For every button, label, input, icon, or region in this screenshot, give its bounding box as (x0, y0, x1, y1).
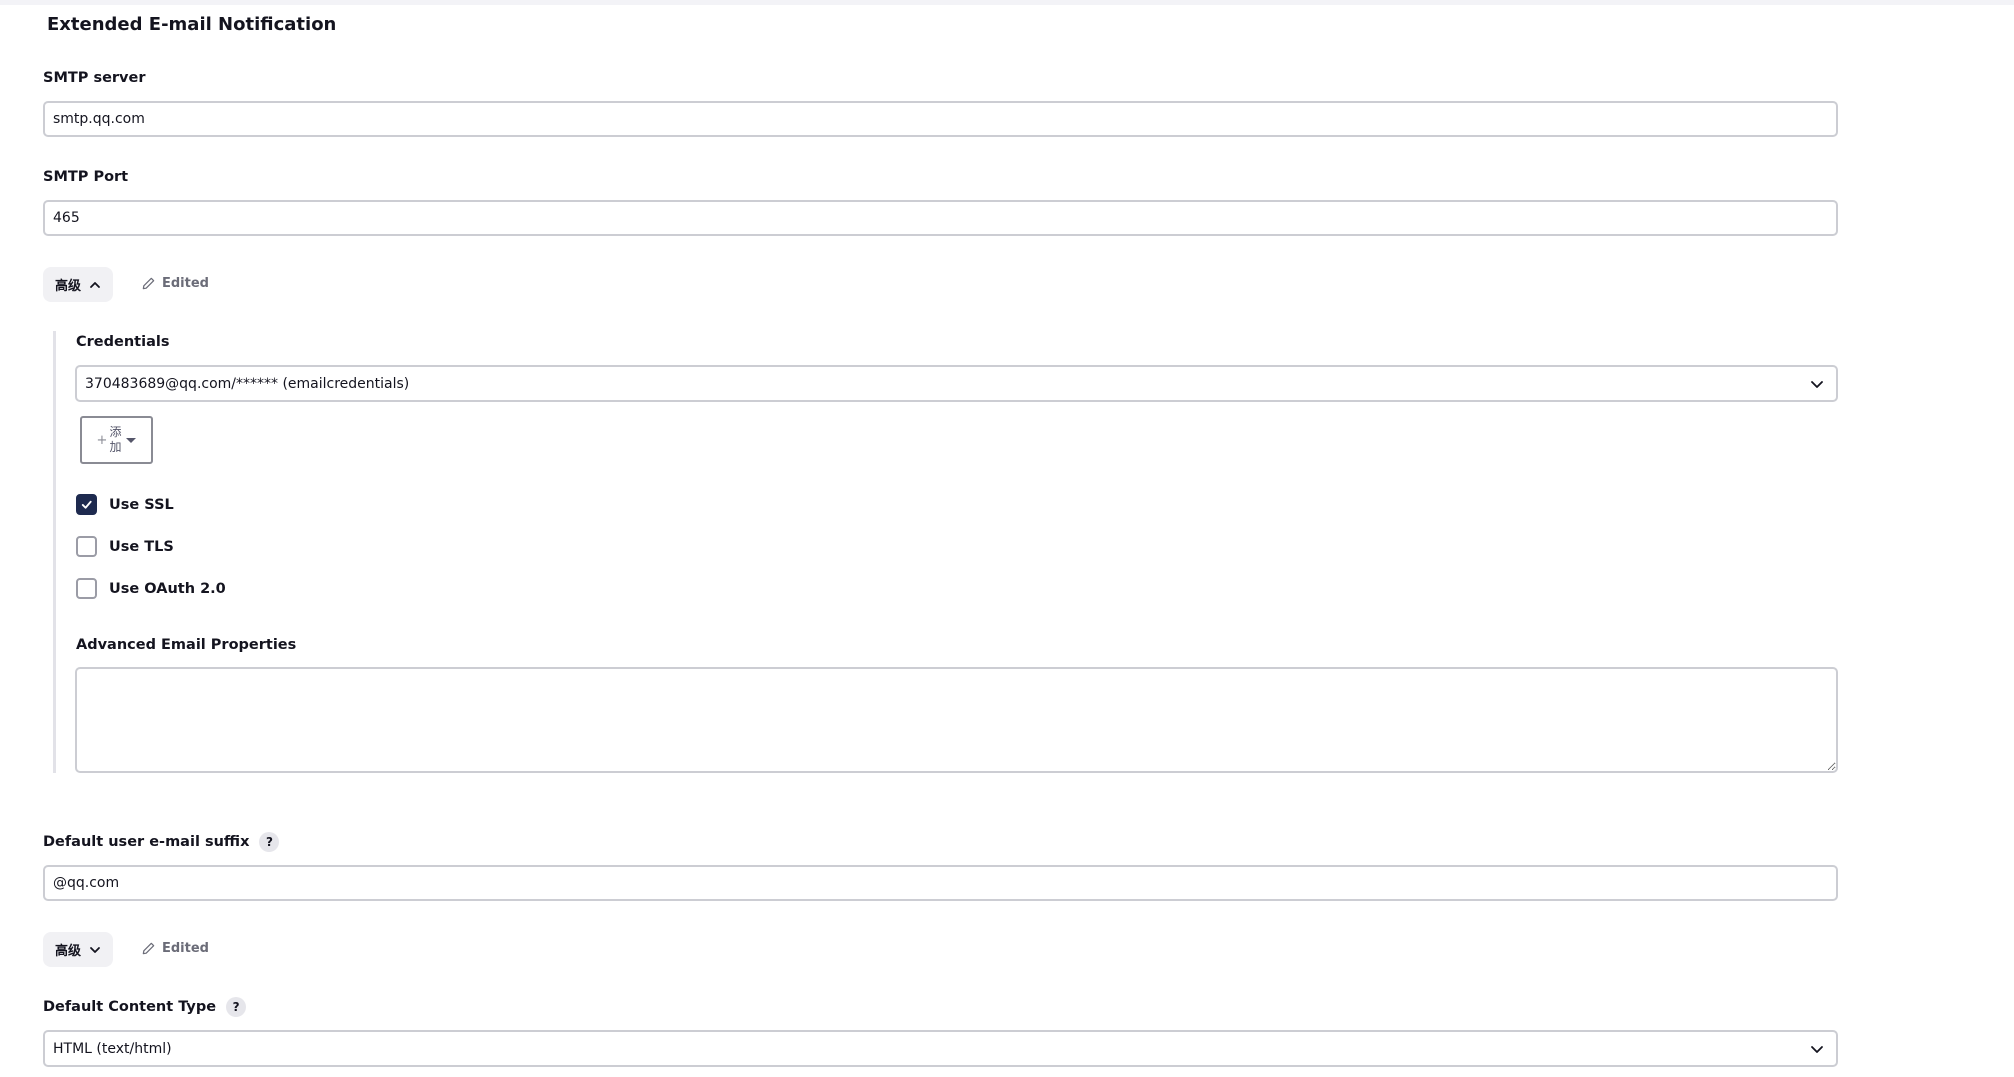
credentials-label: Credentials (76, 334, 170, 350)
chevron-up-icon (90, 281, 100, 288)
help-icon[interactable]: ? (259, 832, 280, 852)
add-credentials-label: 添 加 (109, 425, 121, 455)
chevron-down-icon (1811, 1045, 1823, 1053)
default-content-type-value: HTML (text/html) (53, 1040, 172, 1057)
add-label-line1: 添 (109, 425, 122, 439)
advanced-toggle-button[interactable]: 高级 (43, 267, 114, 302)
advanced-toggle-label: 高级 (55, 279, 82, 294)
default-content-type-label: Default Content Type? (43, 997, 247, 1017)
use-oauth-label: Use OAuth 2.0 (109, 580, 226, 597)
default-suffix-label-text: Default user e-mail suffix (43, 834, 250, 850)
advanced-toggle-label-2: 高级 (55, 944, 82, 959)
credentials-selected-value: 370483689@qq.com/****** (emailcredential… (85, 375, 410, 392)
advanced-toggle-button-2[interactable]: 高级 (43, 932, 114, 967)
default-content-type-select[interactable]: HTML (text/html) (43, 1030, 1838, 1067)
pencil-icon (142, 942, 155, 955)
chevron-down-icon (1811, 380, 1823, 388)
default-suffix-label: Default user e-mail suffix? (43, 832, 280, 852)
edited-indicator-2: Edited (141, 941, 209, 956)
use-ssl-checkbox[interactable] (76, 494, 97, 515)
section-title: Extended E-mail Notification (47, 14, 337, 35)
credentials-select[interactable]: 370483689@qq.com/****** (emailcredential… (75, 365, 1838, 402)
smtp-server-input[interactable] (43, 101, 1838, 137)
default-suffix-input[interactable] (43, 865, 1838, 901)
add-credentials-button[interactable]: + 添 加 (80, 416, 153, 464)
caret-down-icon (126, 437, 137, 443)
advanced-email-properties-textarea[interactable] (75, 667, 1838, 773)
edited-label: Edited (162, 276, 209, 291)
checkmark-icon (81, 500, 92, 509)
smtp-server-label: SMTP server (43, 70, 146, 86)
smtp-port-input[interactable] (43, 200, 1838, 236)
default-content-type-label-text: Default Content Type (43, 999, 217, 1015)
edited-label-2: Edited (162, 941, 209, 956)
use-oauth-option[interactable]: Use OAuth 2.0 (76, 578, 226, 599)
add-label-line2: 加 (109, 440, 122, 454)
smtp-port-label: SMTP Port (43, 169, 129, 185)
use-tls-checkbox[interactable] (76, 536, 97, 557)
use-ssl-label: Use SSL (109, 496, 174, 513)
advanced-panel-rule (53, 331, 56, 773)
chevron-down-icon (90, 946, 100, 953)
use-tls-label: Use TLS (109, 538, 174, 555)
help-icon[interactable]: ? (226, 997, 247, 1017)
use-ssl-option[interactable]: Use SSL (76, 494, 174, 515)
plus-icon: + (96, 432, 108, 448)
top-divider (0, 0, 2014, 5)
pencil-icon (142, 277, 155, 290)
edited-indicator: Edited (141, 276, 209, 291)
use-oauth-checkbox[interactable] (76, 578, 97, 599)
advanced-email-properties-label: Advanced Email Properties (76, 637, 297, 653)
use-tls-option[interactable]: Use TLS (76, 536, 174, 557)
email-notification-config: Extended E-mail Notification SMTP server… (0, 0, 2014, 1077)
